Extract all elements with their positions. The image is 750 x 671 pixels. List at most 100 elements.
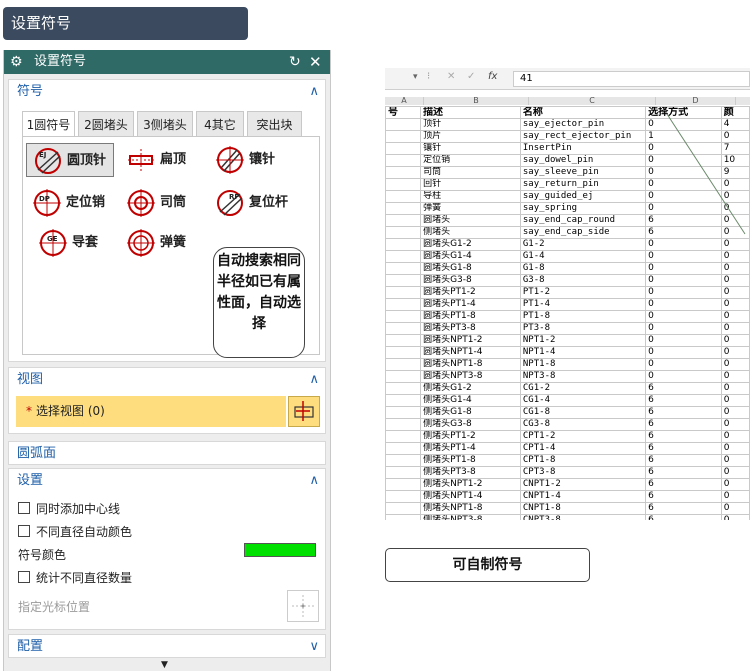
- row-cell-blank[interactable]: [385, 442, 422, 455]
- table-cell[interactable]: 0: [720, 478, 750, 491]
- table-cell[interactable]: say_return_pin: [519, 178, 647, 191]
- confirm-icon[interactable]: ✓: [467, 71, 475, 82]
- row-cell-blank[interactable]: [385, 142, 422, 155]
- row-cell-blank[interactable]: [385, 286, 422, 299]
- tab-round-plug[interactable]: 2圆堵头: [78, 111, 134, 137]
- chevron-down-icon[interactable]: ∨: [309, 635, 319, 659]
- select-view-button[interactable]: [288, 396, 320, 427]
- row-cell-blank[interactable]: [385, 322, 422, 335]
- table-cell[interactable]: InsertPin: [519, 142, 647, 155]
- row-cell-blank[interactable]: [385, 502, 422, 515]
- row-cell-blank[interactable]: [385, 214, 422, 227]
- table-cell[interactable]: CNPT3-8: [519, 514, 647, 520]
- table-cell[interactable]: CNPT1-8: [519, 502, 647, 515]
- table-cell[interactable]: 0: [720, 250, 750, 263]
- row-cell-blank[interactable]: [385, 118, 422, 131]
- header-cell[interactable]: 号: [385, 106, 422, 119]
- table-cell[interactable]: 0: [645, 334, 722, 347]
- table-cell[interactable]: NPT1-2: [519, 334, 647, 347]
- table-cell[interactable]: CG1-2: [519, 382, 647, 395]
- table-cell[interactable]: 6: [645, 514, 722, 520]
- table-cell[interactable]: 0: [645, 370, 722, 383]
- select-view-field[interactable]: * 选择视图 (0): [16, 396, 286, 427]
- table-cell[interactable]: 圆堵头: [420, 214, 521, 227]
- table-cell[interactable]: 圆堵头G1-8: [420, 262, 521, 275]
- column-header[interactable]: B: [423, 97, 528, 105]
- table-cell[interactable]: 弹簧: [420, 202, 521, 215]
- header-cell[interactable]: 名称: [519, 106, 647, 119]
- table-cell[interactable]: 6: [645, 454, 722, 467]
- table-cell[interactable]: 侧堵头G1-2: [420, 382, 521, 395]
- table-cell[interactable]: 圆堵头NPT1-8: [420, 358, 521, 371]
- table-cell[interactable]: 6: [645, 466, 722, 479]
- table-cell[interactable]: say_ejector_pin: [519, 118, 647, 131]
- row-cell-blank[interactable]: [385, 178, 422, 191]
- row-cell-blank[interactable]: [385, 238, 422, 251]
- table-cell[interactable]: CNPT1-4: [519, 490, 647, 503]
- table-cell[interactable]: 6: [645, 490, 722, 503]
- gear-icon[interactable]: ⚙: [10, 50, 23, 74]
- row-cell-blank[interactable]: [385, 466, 422, 479]
- table-cell[interactable]: 圆堵头NPT1-2: [420, 334, 521, 347]
- symbol-item[interactable]: 弹簧: [120, 226, 206, 260]
- symbol-color-swatch[interactable]: [244, 543, 316, 557]
- table-cell[interactable]: 0: [720, 394, 750, 407]
- table-cell[interactable]: 0: [645, 286, 722, 299]
- table-cell[interactable]: say_rect_ejector_pin: [519, 130, 647, 143]
- table-cell[interactable]: 侧堵头: [420, 226, 521, 239]
- table-cell[interactable]: 圆堵头NPT3-8: [420, 370, 521, 383]
- table-cell[interactable]: 圆堵头PT1-4: [420, 298, 521, 311]
- table-cell[interactable]: NPT1-4: [519, 346, 647, 359]
- tab-other[interactable]: 4其它: [196, 111, 244, 137]
- expand-more-icon[interactable]: ▼: [161, 660, 168, 670]
- tab-round-symbol[interactable]: 1圆符号: [22, 111, 75, 137]
- column-header[interactable]: A: [385, 97, 423, 105]
- reset-icon[interactable]: ↻: [289, 50, 301, 74]
- table-cell[interactable]: 圆堵头NPT1-4: [420, 346, 521, 359]
- table-cell[interactable]: 侧堵头NPT1-4: [420, 490, 521, 503]
- table-cell[interactable]: say_guided_ej: [519, 190, 647, 203]
- row-cell-blank[interactable]: [385, 310, 422, 323]
- table-cell[interactable]: 侧堵头G1-4: [420, 394, 521, 407]
- table-cell[interactable]: 侧堵头PT1-4: [420, 442, 521, 455]
- row-cell-blank[interactable]: [385, 262, 422, 275]
- table-cell[interactable]: 0: [720, 310, 750, 323]
- table-cell[interactable]: 侧堵头G3-8: [420, 418, 521, 431]
- row-cell-blank[interactable]: [385, 226, 422, 239]
- table-cell[interactable]: say_dowel_pin: [519, 154, 647, 167]
- row-cell-blank[interactable]: [385, 202, 422, 215]
- view-group-header[interactable]: 视图 ∧: [8, 367, 326, 391]
- tab-side-plug[interactable]: 3侧堵头: [137, 111, 193, 137]
- table-cell[interactable]: NPT3-8: [519, 370, 647, 383]
- table-cell[interactable]: 侧堵头PT1-8: [420, 454, 521, 467]
- table-cell[interactable]: PT1-4: [519, 298, 647, 311]
- symbols-group-header[interactable]: 符号 ∧: [8, 79, 326, 103]
- row-cell-blank[interactable]: [385, 130, 422, 143]
- table-cell[interactable]: 0: [720, 358, 750, 371]
- table-cell[interactable]: 圆堵头G1-4: [420, 250, 521, 263]
- table-cell[interactable]: 侧堵头PT3-8: [420, 466, 521, 479]
- row-cell-blank[interactable]: [385, 514, 422, 520]
- table-cell[interactable]: CG3-8: [519, 418, 647, 431]
- row-cell-blank[interactable]: [385, 382, 422, 395]
- table-cell[interactable]: G1-4: [519, 250, 647, 263]
- symbol-item[interactable]: 司筒: [120, 186, 206, 220]
- table-cell[interactable]: 圆堵头PT1-8: [420, 310, 521, 323]
- table-cell[interactable]: NPT1-8: [519, 358, 647, 371]
- row-cell-blank[interactable]: [385, 274, 422, 287]
- table-cell[interactable]: 圆堵头G3-8: [420, 274, 521, 287]
- table-cell[interactable]: 侧堵头NPT1-8: [420, 502, 521, 515]
- table-cell[interactable]: 0: [720, 298, 750, 311]
- namebox-dropdown-icon[interactable]: ▾: [413, 72, 418, 82]
- table-cell[interactable]: 圆堵头PT3-8: [420, 322, 521, 335]
- formula-input[interactable]: 41: [513, 71, 750, 87]
- table-cell[interactable]: G1-2: [519, 238, 647, 251]
- table-cell[interactable]: PT1-8: [519, 310, 647, 323]
- table-cell[interactable]: 0: [645, 322, 722, 335]
- row-cell-blank[interactable]: [385, 406, 422, 419]
- table-cell[interactable]: 0: [720, 322, 750, 335]
- table-cell[interactable]: 侧堵头NPT1-2: [420, 478, 521, 491]
- chevron-up-icon[interactable]: ∧: [309, 368, 319, 392]
- table-cell[interactable]: CG1-8: [519, 406, 647, 419]
- table-cell[interactable]: 顶片: [420, 130, 521, 143]
